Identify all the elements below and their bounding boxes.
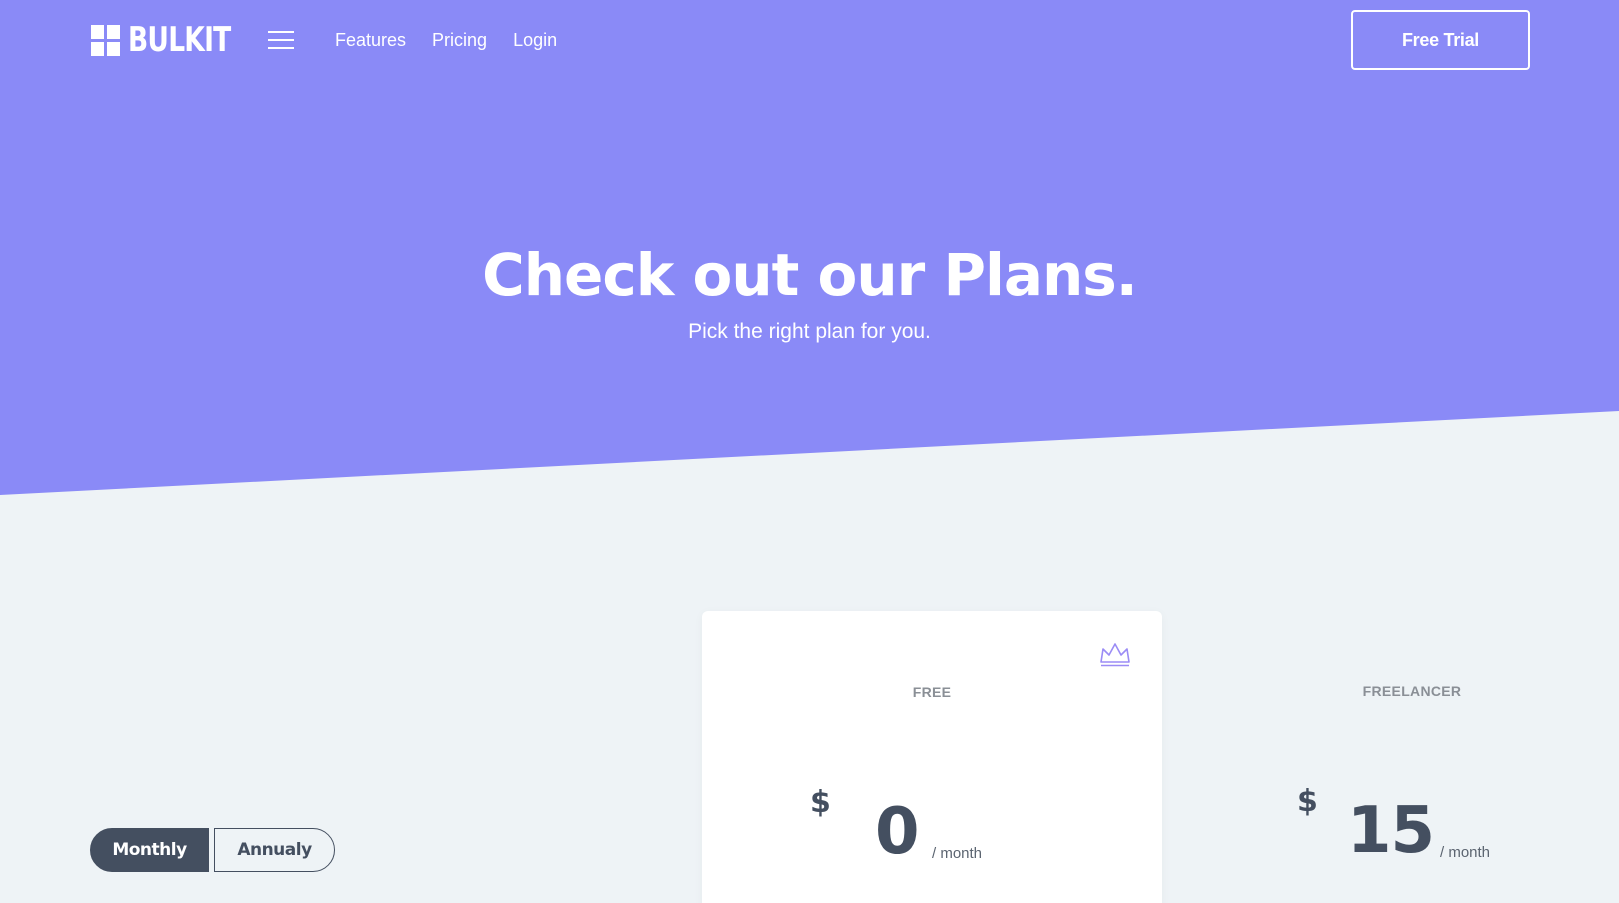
plan-price-free: 0: [875, 795, 920, 869]
page-subtitle: Pick the right plan for you.: [688, 320, 931, 343]
plan-price-freelancer: 15: [1347, 794, 1435, 868]
plan-name-free: FREE: [912, 684, 952, 700]
logo-grid-icon: [91, 24, 120, 56]
brand-logo[interactable]: BULKIT: [91, 22, 259, 58]
nav-link-login[interactable]: Login: [513, 28, 557, 52]
plan-period-free: / month: [932, 845, 983, 862]
nav-links: Features Pricing Login: [335, 28, 557, 52]
plan-currency-free: $: [810, 785, 831, 820]
menu-hamburger-icon[interactable]: [268, 31, 294, 49]
navbar: BULKIT Features Pricing Login Free Trial: [0, 0, 1619, 80]
billing-monthly-button[interactable]: Monthly: [90, 828, 209, 872]
billing-annual-button[interactable]: Annualy: [214, 828, 335, 872]
plan-currency-freelancer: $: [1297, 784, 1318, 819]
page-title: Check out our Plans.: [482, 241, 1138, 309]
nav-link-pricing[interactable]: Pricing: [432, 28, 487, 52]
plan-name-freelancer: FREELANCER: [1362, 683, 1462, 699]
page: BULKIT Features Pricing Login Free Trial…: [0, 0, 1619, 903]
crown-icon: [1100, 643, 1130, 667]
brand-name: BULKIT: [128, 20, 231, 60]
billing-toggle: Monthly Annualy: [90, 828, 335, 872]
nav-link-features[interactable]: Features: [335, 28, 406, 52]
free-trial-button[interactable]: Free Trial: [1351, 10, 1530, 70]
plan-period-freelancer: / month: [1440, 844, 1491, 861]
